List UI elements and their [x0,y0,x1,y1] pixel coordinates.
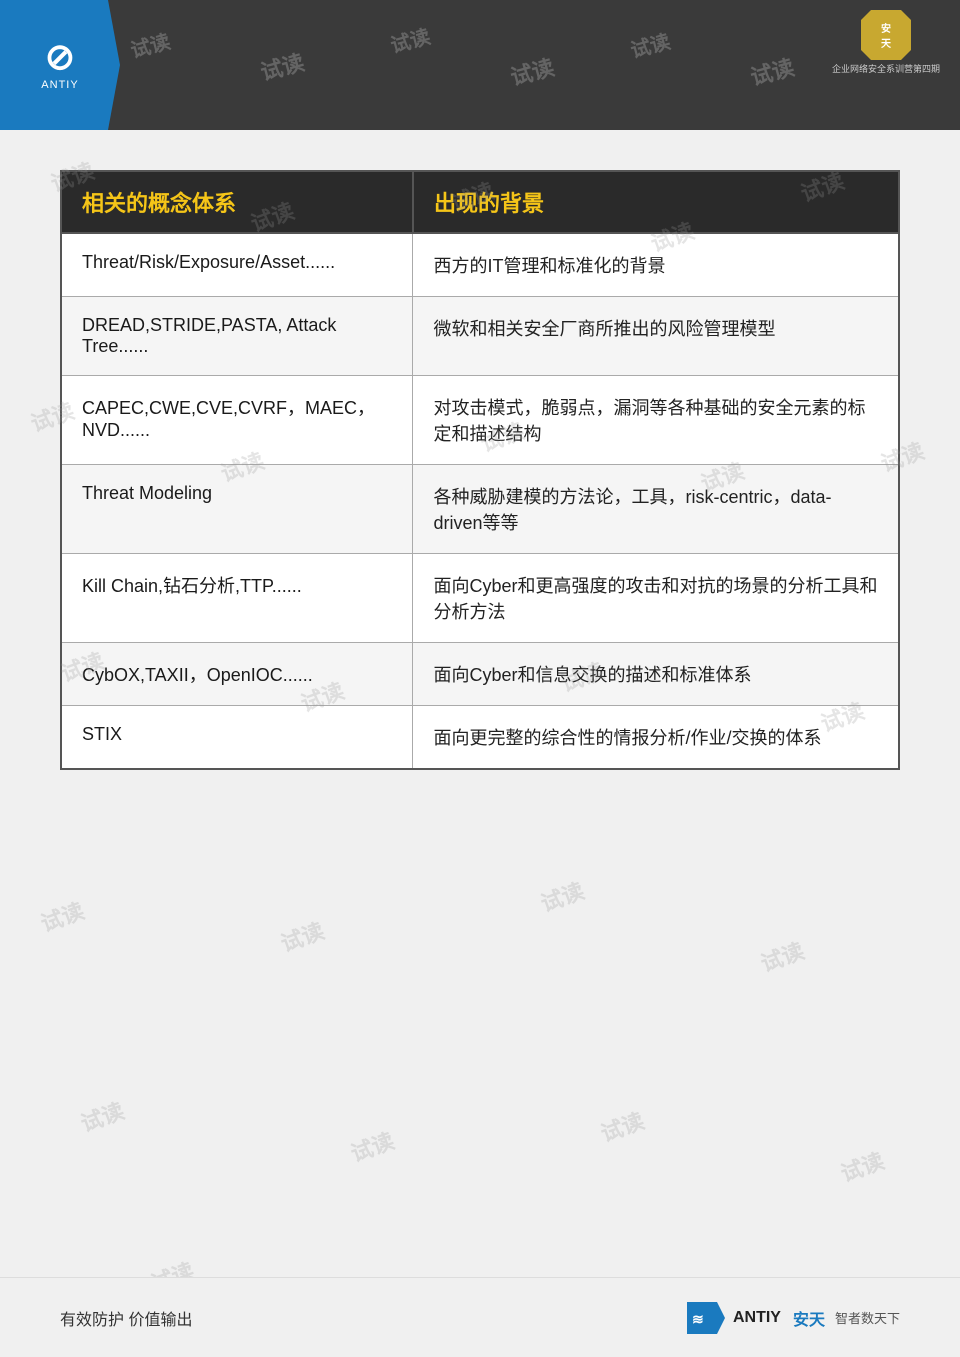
table-cell-right: 西方的IT管理和标准化的背景 [413,233,899,297]
main-content: 相关的概念体系 出现的背景 Threat/Risk/Exposure/Asset… [0,130,960,810]
table-cell-left: DREAD,STRIDE,PASTA, Attack Tree...... [61,297,413,376]
footer-logo-icon: ≋ [687,1302,725,1334]
page-watermark-14: 试读 [36,893,88,938]
wm-h3: 试读 [387,20,433,58]
col2-header: 出现的背景 [413,171,899,233]
table-row: STIX面向更完整的综合性的情报分析/作业/交换的体系 [61,706,899,770]
table-cell-left: CAPEC,CWE,CVE,CVRF，MAEC，NVD...... [61,376,413,465]
table-cell-right: 面向更完整的综合性的情报分析/作业/交换的体系 [413,706,899,770]
table-row: Kill Chain,钻石分析,TTP......面向Cyber和更高强度的攻击… [61,554,899,643]
wm-h5: 试读 [627,25,673,63]
concept-table: 相关的概念体系 出现的背景 Threat/Risk/Exposure/Asset… [60,170,900,770]
wm-h1: 试读 [127,25,173,63]
table-cell-right: 微软和相关安全厂商所推出的风险管理模型 [413,297,899,376]
page-watermark-21: 试读 [836,1143,888,1188]
page-watermark-16: 试读 [536,873,588,918]
header-watermarks: 试读 试读 试读 试读 试读 试读 [0,0,960,130]
table-cell-left: Threat/Risk/Exposure/Asset...... [61,233,413,297]
page-watermark-15: 试读 [276,913,328,958]
table-row: DREAD,STRIDE,PASTA, Attack Tree......微软和… [61,297,899,376]
col1-header: 相关的概念体系 [61,171,413,233]
wm-h2: 试读 [257,45,308,87]
table-row: Threat Modeling各种威胁建模的方法论，工具，risk-centri… [61,465,899,554]
table-row: CybOX,TAXII，OpenIOC......面向Cyber和信息交换的描述… [61,643,899,706]
logo-icon: ⊘ [45,39,75,75]
table-cell-right: 各种威胁建模的方法论，工具，risk-centric，data-driven等等 [413,465,899,554]
table-row: CAPEC,CWE,CVE,CVRF，MAEC，NVD......对攻击模式，脆… [61,376,899,465]
page-watermark-17: 试读 [756,933,808,978]
table-cell-right: 对攻击模式，脆弱点，漏洞等各种基础的安全元素的标定和描述结构 [413,376,899,465]
badge-icon: 安天 [861,10,911,60]
footer-tagline: 有效防护 价值输出 [60,1306,192,1330]
footer-logo: ≋ ANTIY 安天 智者数天下 [687,1302,900,1334]
table-cell-right: 面向Cyber和信息交换的描述和标准体系 [413,643,899,706]
wm-h4: 试读 [507,50,558,92]
table-cell-left: STIX [61,706,413,770]
logo-box: ⊘ ANTIY [0,0,120,130]
table-cell-left: Threat Modeling [61,465,413,554]
page-watermark-20: 试读 [596,1103,648,1148]
footer-brand-cn: 安天 [793,1306,825,1330]
footer-brand-antiy: ANTIY [733,1309,781,1327]
wm-h6: 试读 [747,50,798,92]
table-cell-left: CybOX,TAXII，OpenIOC...... [61,643,413,706]
page-watermark-19: 试读 [346,1123,398,1168]
page-watermark-18: 试读 [76,1093,128,1138]
table-cell-right: 面向Cyber和更高强度的攻击和对抗的场景的分析工具和分析方法 [413,554,899,643]
svg-text:≋: ≋ [692,1311,704,1327]
footer: 有效防护 价值输出 ≋ ANTIY 安天 智者数天下 [0,1277,960,1357]
header-right-subtitle: 企业网络安全系训营第四期 [832,62,940,75]
logo-text: ANTIY [41,79,78,91]
header: ⊘ ANTIY 试读 试读 试读 试读 试读 试读 安天 企业网络安全系训营第四… [0,0,960,130]
table-row: Threat/Risk/Exposure/Asset......西方的IT管理和… [61,233,899,297]
footer-brand-sub: 智者数天下 [835,1308,900,1327]
header-right-logo-area: 安天 企业网络安全系训营第四期 [832,10,940,75]
table-cell-left: Kill Chain,钻石分析,TTP...... [61,554,413,643]
